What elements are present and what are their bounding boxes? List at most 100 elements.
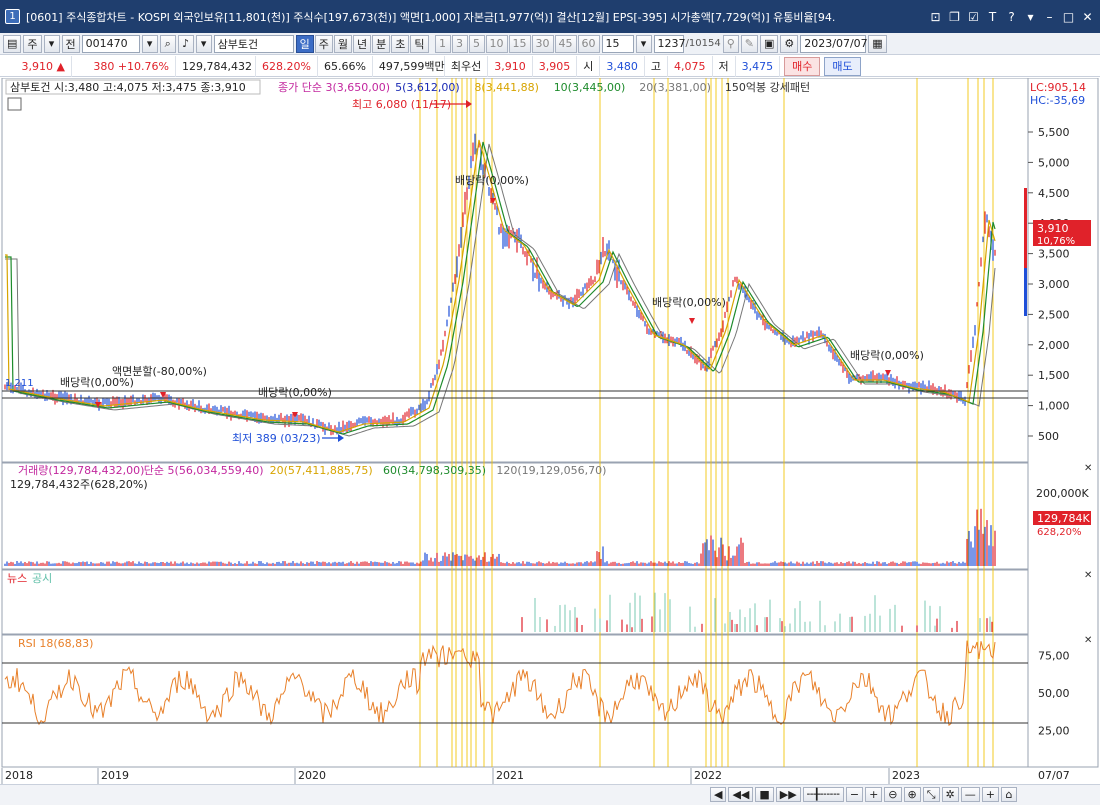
price-tick-label: 2,500: [1038, 308, 1070, 321]
dropdown-icon[interactable]: ▾: [1022, 8, 1039, 25]
price-tag-value: 3,910: [1037, 222, 1069, 235]
link-icon[interactable]: ⊡: [927, 8, 944, 25]
hc-label: HC:-35,69: [1030, 94, 1085, 107]
stock-chart-svg[interactable]: 삼부토건 시:3,480 고:4,075 저:3,475 종:3,910 종가 …: [0, 77, 1100, 784]
shrink-icon[interactable]: −: [845, 787, 864, 802]
scroll-left-icon[interactable]: ◀: [710, 787, 727, 802]
arrange-icon[interactable]: ⤡: [922, 787, 940, 802]
volume-value: 129,784,432: [176, 55, 256, 77]
turnover-ratio: 65.66%: [318, 55, 373, 77]
quote-bar: 3,910 ▲ 380 +10.76% 129,784,432 628.20% …: [0, 55, 1100, 77]
volume-legend-item-1: 단순 5(56,034,559,40): [144, 464, 264, 477]
gear-icon[interactable]: ⚙: [780, 34, 799, 53]
bar-count-input[interactable]: 1237: [653, 34, 686, 53]
fit-icon[interactable]: ⌂: [1000, 787, 1017, 802]
minimize-icon[interactable]: –: [1041, 8, 1058, 25]
interval-button-6[interactable]: 45: [554, 34, 577, 53]
volume-y-tick: 200,000K: [1036, 487, 1089, 500]
volume-legend-item-3: 60(34,798,309,35): [383, 464, 486, 477]
interval-button-7[interactable]: 60: [577, 34, 600, 53]
speaker-icon[interactable]: ♪: [177, 34, 194, 53]
price-change: 380 +10.76%: [72, 55, 176, 77]
window-restore-icon[interactable]: ❐: [946, 8, 963, 25]
grow-icon[interactable]: +: [865, 787, 883, 802]
price-panel: [1, 77, 1029, 463]
news-close-icon[interactable]: ✕: [1084, 570, 1092, 581]
save-icon[interactable]: ▣: [760, 34, 779, 53]
zoom-in-icon[interactable]: ⊕: [903, 787, 921, 802]
volume-legend-item-2: 20(57,411,885,75): [270, 464, 373, 477]
bar-total: /10154: [685, 38, 721, 49]
period-button-5[interactable]: 초: [391, 34, 410, 53]
volume-sub: 129,784,432주(628,20%): [10, 478, 148, 491]
high-price: 4,075: [668, 55, 713, 77]
close-icon[interactable]: ✕: [1079, 8, 1096, 25]
chart-area[interactable]: 삼부토건 시:3,480 고:4,075 저:3,475 종:3,910 종가 …: [0, 77, 1100, 805]
news-panel: [1, 569, 1029, 635]
plus-icon[interactable]: +: [981, 787, 999, 802]
calendar-icon[interactable]: ▦: [868, 34, 887, 53]
interval-button-3[interactable]: 10: [485, 34, 508, 53]
zoom-out-icon[interactable]: ⊖: [884, 787, 902, 802]
rsi-close-icon[interactable]: ✕: [1084, 635, 1092, 646]
open-price: 3,480: [600, 55, 645, 77]
settings-small-icon[interactable]: ✲: [941, 787, 959, 802]
interval-button-5[interactable]: 30: [531, 34, 554, 53]
interval-button-1[interactable]: 3: [451, 34, 468, 53]
rsi-panel: [1, 634, 1029, 768]
font-size-icon[interactable]: T: [984, 8, 1001, 25]
period-button-0[interactable]: 일: [295, 34, 314, 53]
ma-legend-item-4: 20(3,381,00): [639, 81, 711, 94]
period-button-6[interactable]: 틱: [410, 34, 429, 53]
date-input[interactable]: 2023/07/07: [800, 34, 868, 53]
help-icon[interactable]: ?: [1003, 8, 1020, 25]
volume-close-icon[interactable]: ✕: [1084, 463, 1092, 474]
stock-code-input[interactable]: 001470: [81, 34, 140, 53]
interval-button-4[interactable]: 15: [508, 34, 531, 53]
price-tick-label: 1,500: [1038, 369, 1070, 382]
x-axis-label: 2019: [101, 769, 129, 782]
window-badge: 1: [5, 9, 20, 24]
scroll-end-icon[interactable]: ▶▶: [775, 787, 801, 802]
buy-button[interactable]: 매수: [784, 56, 821, 76]
best-ask: 3,910: [488, 55, 533, 77]
stop-icon[interactable]: ■: [755, 787, 774, 802]
trade-amount: 497,599백만: [373, 55, 445, 77]
search-icon[interactable]: ⌕: [159, 34, 176, 53]
maximize-icon[interactable]: □: [1060, 8, 1077, 25]
period-button-2[interactable]: 월: [333, 34, 353, 53]
period-button-4[interactable]: 분: [372, 34, 391, 53]
ma-legend-item-2: 8(3,441,88): [474, 81, 539, 94]
code-dropdown-icon[interactable]: ▾: [141, 34, 158, 53]
menu-icon[interactable]: ▤: [3, 34, 22, 53]
interval-dropdown-icon[interactable]: ▾: [635, 34, 652, 53]
period-button-1[interactable]: 주: [314, 34, 333, 53]
price-info: 삼부토건 시:3,480 고:4,075 저:3,475 종:3,910: [10, 81, 246, 94]
prev-button[interactable]: 전: [61, 34, 80, 53]
chart-type-icon[interactable]: ✎: [740, 34, 758, 53]
dividend-label-5: 배당락(0,00%): [850, 349, 924, 362]
scroll-start-icon[interactable]: ◀◀: [728, 787, 754, 802]
period-button-3[interactable]: 년: [353, 34, 372, 53]
price-tick-label: 2,000: [1038, 339, 1070, 352]
sell-button[interactable]: 매도: [824, 56, 861, 76]
zoom-slider[interactable]: ╌╂╌╌╌: [802, 787, 844, 802]
disclosure-label: 공시: [32, 572, 52, 585]
dividend-label-4: 배당락(0,00%): [652, 296, 726, 309]
rsi-tick-label: 50,00: [1038, 687, 1070, 700]
type-button[interactable]: 주: [23, 34, 42, 53]
interval-button-0[interactable]: 1: [434, 34, 451, 53]
interval-button-2[interactable]: 5: [468, 34, 485, 53]
volume-legend-item-0: 거래량(129,784,432,00): [18, 464, 144, 477]
grid-toggle-icon[interactable]: [7, 97, 22, 111]
left-price-mark: 1,211: [5, 378, 34, 389]
speaker-dropdown-icon[interactable]: ▾: [195, 34, 212, 53]
zoom-icon[interactable]: ⚲: [722, 34, 739, 53]
stock-name-field: 삼부토건: [213, 34, 294, 53]
volume-tag-pct: 628,20%: [1037, 527, 1082, 538]
edit-icon[interactable]: ☑: [965, 8, 982, 25]
interval-input[interactable]: 15: [601, 34, 634, 53]
minus-icon[interactable]: —: [960, 787, 980, 802]
min-price-label: 최저 389 (03/23): [232, 432, 321, 445]
type-dropdown-icon[interactable]: ▾: [43, 34, 60, 53]
